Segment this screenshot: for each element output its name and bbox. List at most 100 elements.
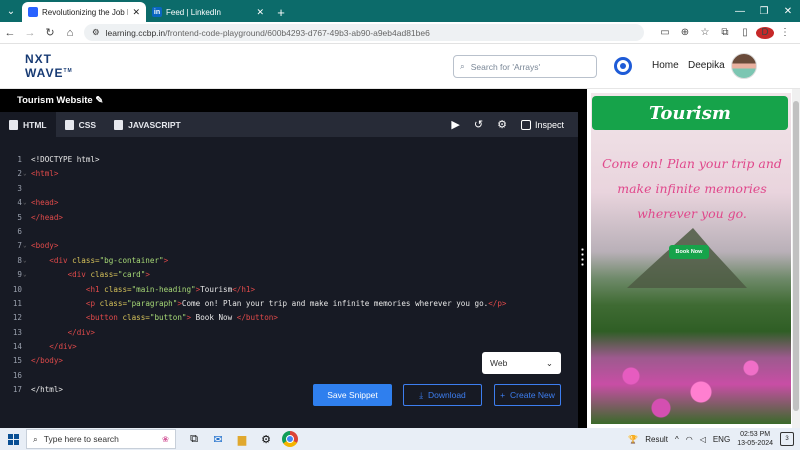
chrome-icon[interactable] — [282, 431, 298, 447]
nav-user-name[interactable]: Deepika — [688, 60, 725, 71]
code-line[interactable]: 9 ⌄ <div class="card"> — [0, 270, 560, 284]
project-title[interactable]: Tourism Website ✎ — [17, 95, 103, 106]
reset-icon[interactable]: ↺ — [474, 118, 483, 131]
taskbar-search-input[interactable]: ⌕ Type here to search ❀ — [26, 429, 176, 449]
site-info-icon[interactable]: ⚙ — [92, 27, 100, 38]
html5-icon — [9, 119, 18, 130]
save-snippet-button[interactable]: Save Snippet — [313, 384, 392, 406]
clock-time: 02:53 PM — [740, 431, 771, 438]
lotus-highlight-icon: ❀ — [161, 433, 169, 444]
plus-icon: + — [500, 390, 506, 400]
close-tab-icon[interactable]: ✕ — [132, 7, 140, 18]
code-line[interactable]: 8 ⌄ <div class="bg-container"> — [0, 256, 560, 270]
line-number: 1 — [17, 155, 22, 164]
panel-resize-handle[interactable] — [578, 89, 587, 428]
settings-icon[interactable]: ⚙ — [258, 431, 274, 447]
settings-gear-icon[interactable]: ⚙ — [497, 118, 507, 131]
site-search-input[interactable]: ⌕ Search for 'Arrays' — [453, 55, 597, 78]
view-mode-select[interactable]: Web ⌄ — [482, 352, 561, 374]
project-title-text: Tourism Website — [17, 95, 93, 106]
code-line[interactable]: 13 </div> — [0, 328, 560, 342]
tab-css[interactable]: CSS — [56, 112, 105, 137]
book-now-button[interactable]: Book Now — [669, 245, 709, 259]
fold-chevron-icon[interactable]: ⌄ — [23, 271, 27, 278]
tab-html[interactable]: HTML — [0, 112, 56, 137]
code-line[interactable]: 2 ⌄ <html> — [0, 169, 560, 183]
create-new-button[interactable]: + Create New — [494, 384, 561, 406]
close-window-icon[interactable]: ✕ — [776, 6, 800, 17]
new-tab-button[interactable]: + — [270, 2, 292, 22]
line-number: 17 — [12, 385, 22, 395]
nav-home-link[interactable]: Home — [652, 60, 679, 71]
sidepanel-icon[interactable]: ▯ — [736, 27, 754, 38]
speaker-icon[interactable]: ◁ — [700, 435, 706, 444]
cast-icon[interactable]: ▭ — [656, 27, 674, 38]
line-number: 8 — [17, 255, 22, 265]
code-line[interactable]: 14 </div> — [0, 342, 560, 356]
bookmark-star-icon[interactable]: ☆ — [696, 27, 714, 38]
code-line[interactable]: 3 — [0, 184, 560, 198]
code-line[interactable]: 1 <!DOCTYPE html> — [0, 155, 560, 169]
fold-chevron-icon[interactable]: ⌄ — [23, 242, 27, 249]
code-line[interactable]: 11 <p class="paragraph">Come on! Plan yo… — [0, 299, 560, 313]
extensions-icon[interactable]: ⧉ — [716, 27, 734, 38]
download-button[interactable]: ⤓ Download — [403, 384, 482, 406]
code-line[interactable]: 12 <button class="button"> Book Now </bu… — [0, 313, 560, 327]
nxtwave-logo[interactable]: NXT WAVETM — [25, 53, 75, 81]
streak-timer-icon[interactable] — [614, 57, 632, 75]
result-label[interactable]: Result — [645, 435, 668, 444]
code-line[interactable]: 10 <h1 class="main-heading">Tourism</h1> — [0, 285, 560, 299]
code-line[interactable]: 4 ⌄ <head> — [0, 198, 560, 212]
browser-menu-icon[interactable]: ⋮ — [776, 27, 794, 38]
code-line[interactable]: 6 — [0, 227, 560, 241]
home-icon[interactable]: ⌂ — [60, 27, 80, 39]
url-field[interactable]: ⚙ learning.ccbp.in/frontend-code-playgro… — [84, 24, 644, 41]
browser-tab-job-market[interactable]: Revolutionizing the Job Market ✕ — [22, 2, 146, 22]
line-number: 16 — [12, 370, 22, 380]
minimize-icon[interactable]: — — [728, 6, 752, 17]
code-text: <!DOCTYPE html> — [31, 155, 100, 164]
drag-dots-icon — [581, 247, 584, 267]
file-explorer-icon[interactable]: ▆ — [234, 431, 250, 447]
windows-start-icon[interactable] — [0, 428, 26, 450]
fold-chevron-icon[interactable]: ⌄ — [23, 257, 27, 264]
edit-pencil-icon[interactable]: ✎ — [95, 95, 103, 106]
result-widget-icon[interactable]: 🏆 — [628, 435, 638, 444]
clock[interactable]: 02:53 PM 13-05-2024 — [737, 430, 773, 448]
run-play-icon[interactable]: ▶ — [451, 118, 459, 131]
code-text: <head> — [31, 198, 59, 208]
notification-icon[interactable]: 3 — [780, 432, 794, 446]
fold-chevron-icon[interactable]: ⌄ — [23, 199, 27, 206]
task-view-icon[interactable]: ⧉ — [186, 431, 202, 447]
windows-taskbar: ⌕ Type here to search ❀ ⧉ ✉ ▆ ⚙ 🏆 Result… — [0, 428, 800, 450]
tab-javascript[interactable]: JAVASCRIPT — [105, 112, 190, 137]
restore-icon[interactable]: ❐ — [752, 6, 776, 17]
close-tab-icon[interactable]: ✕ — [256, 7, 264, 18]
code-line[interactable]: 5 </head> — [0, 213, 560, 227]
tab-search-icon[interactable]: ⌄ — [0, 0, 22, 22]
system-tray: 🏆 Result ^ ◠ ◁ ENG 02:53 PM 13-05-2024 3 — [628, 430, 800, 448]
project-title-bar: Tourism Website ✎ — [0, 89, 578, 112]
mail-icon[interactable]: ✉ — [210, 431, 226, 447]
code-line[interactable]: 15 </body> — [0, 356, 560, 370]
avatar[interactable] — [731, 53, 757, 79]
zoom-icon[interactable]: ⊕ — [676, 27, 694, 38]
preview-scrollbar-thumb[interactable] — [793, 101, 799, 411]
profile-button[interactable]: D — [756, 26, 774, 39]
preview-scrollbar[interactable] — [792, 89, 800, 428]
inspect-toggle[interactable]: Inspect — [520, 119, 564, 130]
wifi-icon[interactable]: ◠ — [686, 435, 693, 444]
forward-icon[interactable]: → — [20, 27, 40, 39]
inspect-label: Inspect — [534, 119, 564, 130]
fold-chevron-icon[interactable]: ⌄ — [23, 170, 27, 177]
back-icon[interactable]: ← — [0, 27, 20, 39]
editor-tabs: HTML CSS JAVASCRIPT ▶ ↺ ⚙ Inspect — [0, 112, 578, 137]
browser-tab-linkedin[interactable]: in Feed | LinkedIn ✕ — [146, 2, 270, 22]
tray-chevron-up-icon[interactable]: ^ — [675, 435, 679, 444]
code-area[interactable]: 1 <!DOCTYPE html> 2 ⌄ <html> 3 4 ⌄ <head> 5 </head… — [0, 155, 560, 400]
reload-icon[interactable]: ↻ — [40, 26, 60, 39]
inspect-checkbox[interactable] — [520, 119, 531, 130]
line-number: 9 — [17, 270, 22, 280]
language-indicator[interactable]: ENG — [713, 435, 730, 444]
code-line[interactable]: 7 ⌄ <body> — [0, 241, 560, 255]
